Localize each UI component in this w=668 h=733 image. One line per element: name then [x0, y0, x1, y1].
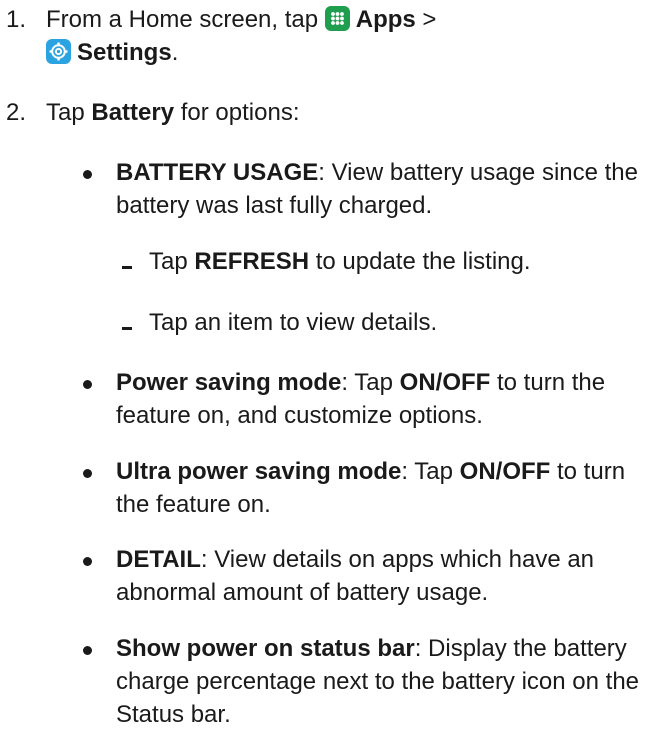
- bullet-icon: [83, 646, 92, 655]
- apps-grid-icon: [324, 6, 350, 31]
- list-item: Show power on status bar: Display the ba…: [83, 632, 663, 731]
- step-number: 2.: [6, 99, 27, 126]
- item-term: REFRESH: [194, 248, 310, 275]
- step-1: 1. From a Home screen, tap Apps > Settin…: [6, 3, 656, 69]
- item-description: Tap an item to view details.: [149, 309, 438, 336]
- step-text: Tap Battery for options:: [46, 99, 300, 126]
- item-term: ON/OFF: [459, 458, 551, 485]
- list-item: Ultra power saving mode: Tap ON/OFF to t…: [83, 455, 663, 521]
- bullet-icon: [83, 380, 92, 389]
- apps-label: Apps: [355, 6, 416, 33]
- dash-icon: [122, 266, 132, 269]
- step-2: 2. Tap Battery for options:: [6, 96, 656, 129]
- item-term: Power saving mode: [116, 369, 342, 396]
- item-term: Ultra power saving mode: [116, 458, 402, 485]
- dash-icon: [122, 327, 132, 330]
- list-item: Power saving mode: Tap ON/OFF to turn th…: [83, 366, 663, 432]
- sub-list-item: Tap an item to view details.: [122, 306, 662, 339]
- list-item: BATTERY USAGE: View battery usage since …: [83, 156, 663, 222]
- sub-list-item: Tap REFRESH to update the listing.: [122, 245, 662, 278]
- item-term: BATTERY USAGE: [116, 159, 319, 186]
- bullet-icon: [83, 557, 92, 566]
- step-text: From a Home screen, tap Apps > Settings.: [46, 6, 437, 66]
- settings-label: Settings: [77, 39, 172, 66]
- item-term: DETAIL: [116, 546, 201, 573]
- settings-gear-icon: [46, 39, 71, 64]
- bullet-icon: [83, 469, 92, 478]
- step-number: 1.: [6, 6, 27, 33]
- item-term: ON/OFF: [399, 369, 491, 396]
- bullet-icon: [83, 170, 92, 179]
- list-item: DETAIL: View details on apps which have …: [83, 543, 663, 609]
- item-term: Show power on status bar: [116, 635, 415, 662]
- battery-label: Battery: [91, 99, 175, 126]
